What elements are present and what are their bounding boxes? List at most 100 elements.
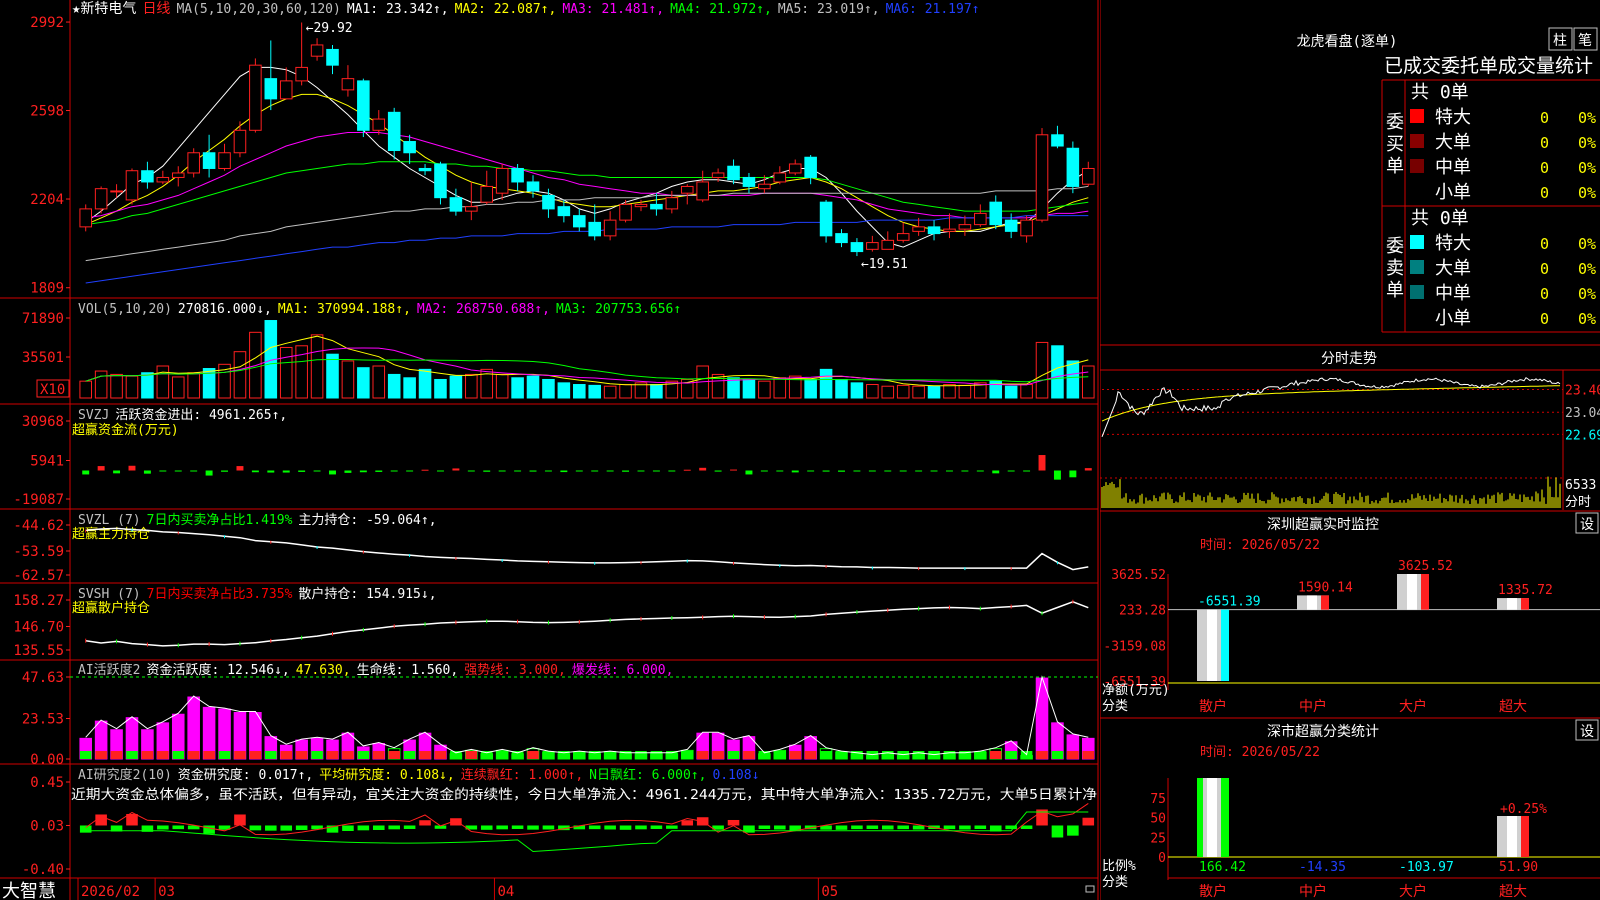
sell-swatch bbox=[1410, 235, 1424, 249]
research-bar bbox=[542, 825, 555, 830]
activity-base-bar bbox=[835, 751, 848, 759]
volume-bar bbox=[326, 353, 339, 399]
header-item: 7日内买卖净占比3.735% bbox=[147, 586, 293, 602]
header-item: 资金研究度: 0.017↑, bbox=[178, 767, 313, 783]
buy-total: 共 0单 bbox=[1411, 82, 1469, 103]
chart-area[interactable]: 2992 2598 2204 1809 ★新特电气 日线 MA(5,10,20,30,60,… bbox=[0, 0, 1100, 900]
candle bbox=[742, 172, 756, 194]
candle-body bbox=[434, 163, 447, 199]
activity-base-bar bbox=[527, 751, 539, 759]
candle bbox=[603, 211, 617, 241]
volume-bar bbox=[912, 385, 925, 399]
candle-body bbox=[912, 226, 925, 232]
research-bar bbox=[866, 825, 879, 829]
ai-activity-header: AI活跃度2 资金活跃度: 12.546↓, 47.630, 生命线: 1.560, 强… bbox=[78, 662, 673, 678]
candle-body bbox=[218, 152, 231, 169]
fund-flow-bar bbox=[82, 470, 90, 475]
activity-base-bar bbox=[804, 751, 817, 759]
candle bbox=[650, 193, 663, 216]
activity-base-bar bbox=[1051, 751, 1064, 759]
classify-tick-label: 50 bbox=[1150, 812, 1166, 827]
candle-body bbox=[125, 170, 139, 201]
candle-body bbox=[850, 242, 864, 253]
sell-row-pct: 0% bbox=[1578, 235, 1596, 253]
research-comment: 近期大资金总体偏多，虽不活跃，但有异动，宜关注大资金的持续性，今日大单净流入：4… bbox=[71, 786, 1097, 803]
indicator-panels[interactable]: 2992 2598 2204 1809 ★新特电气 日线 MA(5,10,20,30,60,… bbox=[0, 0, 1100, 900]
stock-name: ★新特电气 bbox=[72, 1, 136, 17]
activity-base-bar bbox=[141, 751, 154, 759]
fund-flow-bar bbox=[313, 470, 321, 472]
volume-bar bbox=[449, 375, 463, 399]
fund-flow-bar bbox=[714, 470, 722, 472]
classify-bar-label: -14.35 bbox=[1299, 860, 1346, 875]
candle-body bbox=[141, 170, 154, 183]
monitor-bar bbox=[1197, 609, 1229, 681]
side-panels: 龙虎看盘(逐单) 柱笔已成交委托单成交量统计委买单委卖单共 0单特大 0 0%大单 0 0… bbox=[1100, 0, 1600, 900]
header-item: SVSH (7) bbox=[78, 587, 141, 602]
sell-row-name: 小单 bbox=[1435, 308, 1471, 329]
research-bar bbox=[851, 825, 863, 830]
header-item: 7日内买卖净占比1.419% bbox=[147, 512, 293, 528]
x10-label: X10 bbox=[40, 382, 65, 398]
svzj-subtitle: 超赢资金流(万元) bbox=[72, 422, 179, 438]
candle bbox=[202, 134, 216, 178]
candle-body bbox=[542, 194, 555, 210]
candle-body bbox=[156, 176, 170, 183]
candle bbox=[804, 155, 817, 185]
header-item: SVZJ bbox=[78, 408, 109, 423]
header-item: VOL(5,10,20) bbox=[78, 302, 172, 317]
activity-base-bar bbox=[326, 751, 339, 759]
sell-row-pct: 0% bbox=[1578, 260, 1596, 278]
volume-bar bbox=[835, 378, 848, 399]
fund-flow-bar bbox=[807, 470, 815, 472]
monitor-category: 超大 bbox=[1499, 699, 1527, 715]
volume-bar bbox=[495, 373, 509, 399]
fund-flow-bar bbox=[683, 469, 691, 471]
candle bbox=[79, 204, 92, 232]
activity-base-bar bbox=[1036, 751, 1048, 759]
svzj-tick-label: 5941 bbox=[30, 453, 64, 469]
volume-bar bbox=[279, 346, 293, 399]
candle bbox=[434, 161, 447, 205]
fund-flow-bar bbox=[359, 470, 367, 473]
candle-body bbox=[989, 201, 1003, 226]
header-item: 爆发线: 6.000, bbox=[572, 662, 674, 678]
candle-body bbox=[650, 203, 663, 210]
header-item: 平均研究度: 0.108↓, bbox=[319, 767, 454, 783]
candle-body bbox=[665, 197, 679, 210]
research-bar bbox=[265, 825, 277, 831]
research-bar bbox=[835, 825, 848, 830]
activity-base-bar bbox=[881, 751, 894, 759]
fund-flow-bar bbox=[143, 470, 151, 474]
research-bar bbox=[480, 825, 493, 830]
classify-settings-label: 设 bbox=[1580, 724, 1594, 740]
fenshi-vol-tick: 6533 bbox=[1565, 478, 1596, 493]
header-item: MA3: 207753.656↑ bbox=[556, 302, 681, 317]
research-bar bbox=[604, 825, 616, 830]
vol-header: VOL(5,10,20) 270816.000↓, MA1: 370994.188↑… bbox=[78, 302, 681, 317]
monitor-tick-label: -3159.08 bbox=[1103, 639, 1166, 654]
fund-flow-bar bbox=[128, 465, 136, 471]
research-bar bbox=[126, 813, 138, 826]
classify-bar-edge bbox=[1521, 815, 1529, 857]
lhb-head: 已成交委托单成交量统计 bbox=[1384, 55, 1593, 77]
fenshi-tick-label: 23.40 bbox=[1565, 383, 1600, 398]
fund-flow-bar bbox=[1038, 455, 1046, 471]
activity-base-bar bbox=[403, 751, 416, 759]
candle bbox=[835, 229, 848, 248]
price-line bbox=[1101, 377, 1561, 437]
candle bbox=[788, 159, 802, 176]
classify-time: 时间: 2026/05/22 bbox=[1200, 745, 1320, 760]
svsh-tick-label: 135.55 bbox=[13, 643, 64, 659]
monitor-settings-label: 设 bbox=[1580, 517, 1594, 533]
fund-flow-bar bbox=[730, 469, 738, 471]
monitor-title: 深圳超赢实时监控 bbox=[1267, 516, 1379, 533]
ai-research-header: AI研究度2(10) 资金研究度: 0.017↑, 平均研究度: 0.108↓, 连续… bbox=[78, 767, 759, 783]
fund-flow-bar bbox=[945, 470, 953, 472]
candle bbox=[573, 208, 586, 232]
candle-body bbox=[110, 190, 123, 193]
candle bbox=[866, 235, 879, 252]
ma-header-item: MA4: 21.972↑, bbox=[670, 2, 772, 17]
candle bbox=[696, 170, 709, 203]
fund-flow-bar bbox=[791, 470, 799, 473]
